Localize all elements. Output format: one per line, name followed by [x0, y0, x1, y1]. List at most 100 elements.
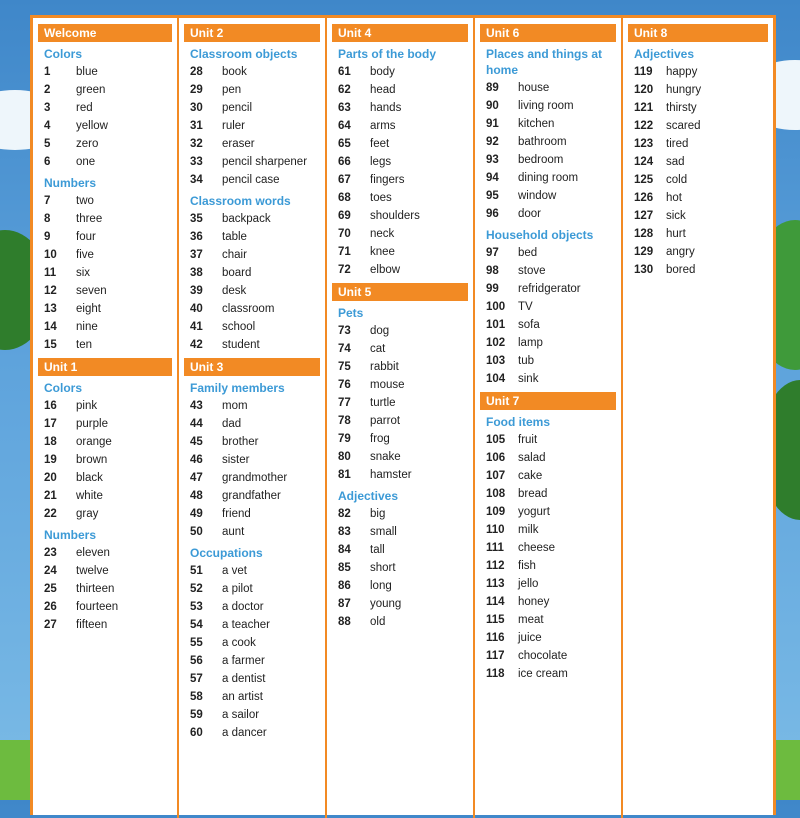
vocab-number: 92 [486, 136, 499, 148]
vocab-row: 85 short [327, 559, 473, 577]
vocab-row: 34 pencil case [179, 171, 325, 189]
vocab-number: 5 [44, 138, 51, 150]
vocab-word: old [370, 616, 386, 628]
vocab-number: 116 [486, 632, 505, 644]
vocab-number: 93 [486, 154, 499, 166]
vocab-word: neck [370, 228, 395, 240]
vocab-word: fish [518, 560, 536, 572]
vocab-number: 121 [634, 102, 654, 114]
vocab-number: 101 [486, 319, 506, 331]
vocab-word: friend [222, 508, 251, 520]
vocab-row: 29 pen [179, 81, 325, 99]
vocab-number: 4 [44, 120, 51, 132]
vocab-row: 59 a sailor [179, 706, 325, 724]
vocab-number: 110 [486, 524, 505, 536]
vocab-word: cold [666, 174, 688, 186]
vocab-word: nine [76, 321, 98, 333]
vocab-word: book [222, 66, 247, 78]
vocab-number: 77 [338, 397, 351, 409]
section-title: Household objects [486, 228, 594, 242]
vocab-word: juice [518, 632, 542, 644]
vocab-number: 26 [44, 601, 57, 613]
vocab-number: 32 [190, 138, 203, 150]
vocab-word: brown [76, 454, 108, 466]
vocab-word: toes [370, 192, 392, 204]
vocab-number: 20 [44, 472, 57, 484]
vocab-row: 74 cat [327, 340, 473, 358]
vocab-row: 65 feet [327, 135, 473, 153]
vocab-word: twelve [76, 565, 109, 577]
vocab-number: 105 [486, 434, 506, 446]
vocab-number: 84 [338, 544, 351, 556]
vocab-word: grandmother [222, 472, 288, 484]
vocab-word: bedroom [518, 154, 564, 166]
vocab-row: 126 hot [623, 189, 773, 207]
vocab-row: 109 yogurt [475, 503, 621, 521]
vocab-number: 114 [486, 596, 505, 608]
vocab-row: 66 legs [327, 153, 473, 171]
unit-header: Unit 1 [38, 358, 172, 376]
vocab-number: 64 [338, 120, 351, 132]
unit-header: Unit 6 [480, 24, 616, 42]
vocab-number: 51 [190, 565, 203, 577]
vocab-word: three [76, 213, 103, 225]
vocab-row: 50 aunt [179, 523, 325, 541]
vocab-number: 72 [338, 264, 351, 276]
vocab-row: 25 thirteen [33, 580, 177, 598]
vocab-number: 126 [634, 192, 654, 204]
vocab-word: a pilot [222, 583, 253, 595]
vocab-row: 63 hands [327, 99, 473, 117]
vocab-row: 33 pencil sharpener [179, 153, 325, 171]
vocab-row: 112 fish [475, 557, 621, 575]
vocab-word: two [76, 195, 94, 207]
vocab-word: ruler [222, 120, 246, 132]
vocab-number: 30 [190, 102, 203, 114]
vocab-word: salad [518, 452, 546, 464]
vocab-number: 18 [44, 436, 57, 448]
vocab-row: 89 house [475, 79, 621, 97]
vocab-number: 12 [44, 285, 57, 297]
vocab-row: 110 milk [475, 521, 621, 539]
vocab-row: 22 gray [33, 505, 177, 523]
vocab-word: kitchen [518, 118, 555, 130]
vocab-row: 121 thirsty [623, 99, 773, 117]
vocab-number: 91 [486, 118, 499, 130]
vocab-number: 3 [44, 102, 51, 114]
vocab-row: 86 long [327, 577, 473, 595]
vocab-word: hungry [666, 84, 702, 96]
vocab-row: 120 hungry [623, 81, 773, 99]
vocab-number: 60 [190, 727, 203, 739]
vocab-word: mouse [370, 379, 405, 391]
vocab-word: desk [222, 285, 247, 297]
vocab-word: bathroom [518, 136, 567, 148]
vocab-row: 124 sad [623, 153, 773, 171]
vocab-word: small [370, 526, 397, 538]
vocab-row: 90 living room [475, 97, 621, 115]
glossary-column: Unit 6 Places and things at home 89 house 90… [475, 18, 623, 818]
vocab-row: 45 brother [179, 433, 325, 451]
vocab-number: 109 [486, 506, 506, 518]
vocab-row: 26 fourteen [33, 598, 177, 616]
section-title: Classroom objects [190, 47, 298, 61]
section-title: Family members [190, 381, 285, 395]
vocab-word: house [518, 82, 550, 94]
vocab-number: 38 [190, 267, 203, 279]
vocab-row: 40 classroom [179, 300, 325, 318]
vocab-row: 76 mouse [327, 376, 473, 394]
vocab-row: 8 three [33, 210, 177, 228]
vocab-row: 99 refridgerator [475, 280, 621, 298]
vocab-row: 61 body [327, 63, 473, 81]
vocab-number: 113 [486, 578, 505, 590]
vocab-word: sofa [518, 319, 540, 331]
vocab-row: 104 sink [475, 370, 621, 388]
vocab-word: feet [370, 138, 390, 150]
vocab-row: 113 jello [475, 575, 621, 593]
vocab-row: 105 fruit [475, 431, 621, 449]
vocab-row: 68 toes [327, 189, 473, 207]
vocab-word: turtle [370, 397, 396, 409]
vocab-word: young [370, 598, 402, 610]
vocab-number: 8 [44, 213, 51, 225]
vocab-word: thirsty [666, 102, 697, 114]
vocab-row: 70 neck [327, 225, 473, 243]
vocab-number: 74 [338, 343, 351, 355]
